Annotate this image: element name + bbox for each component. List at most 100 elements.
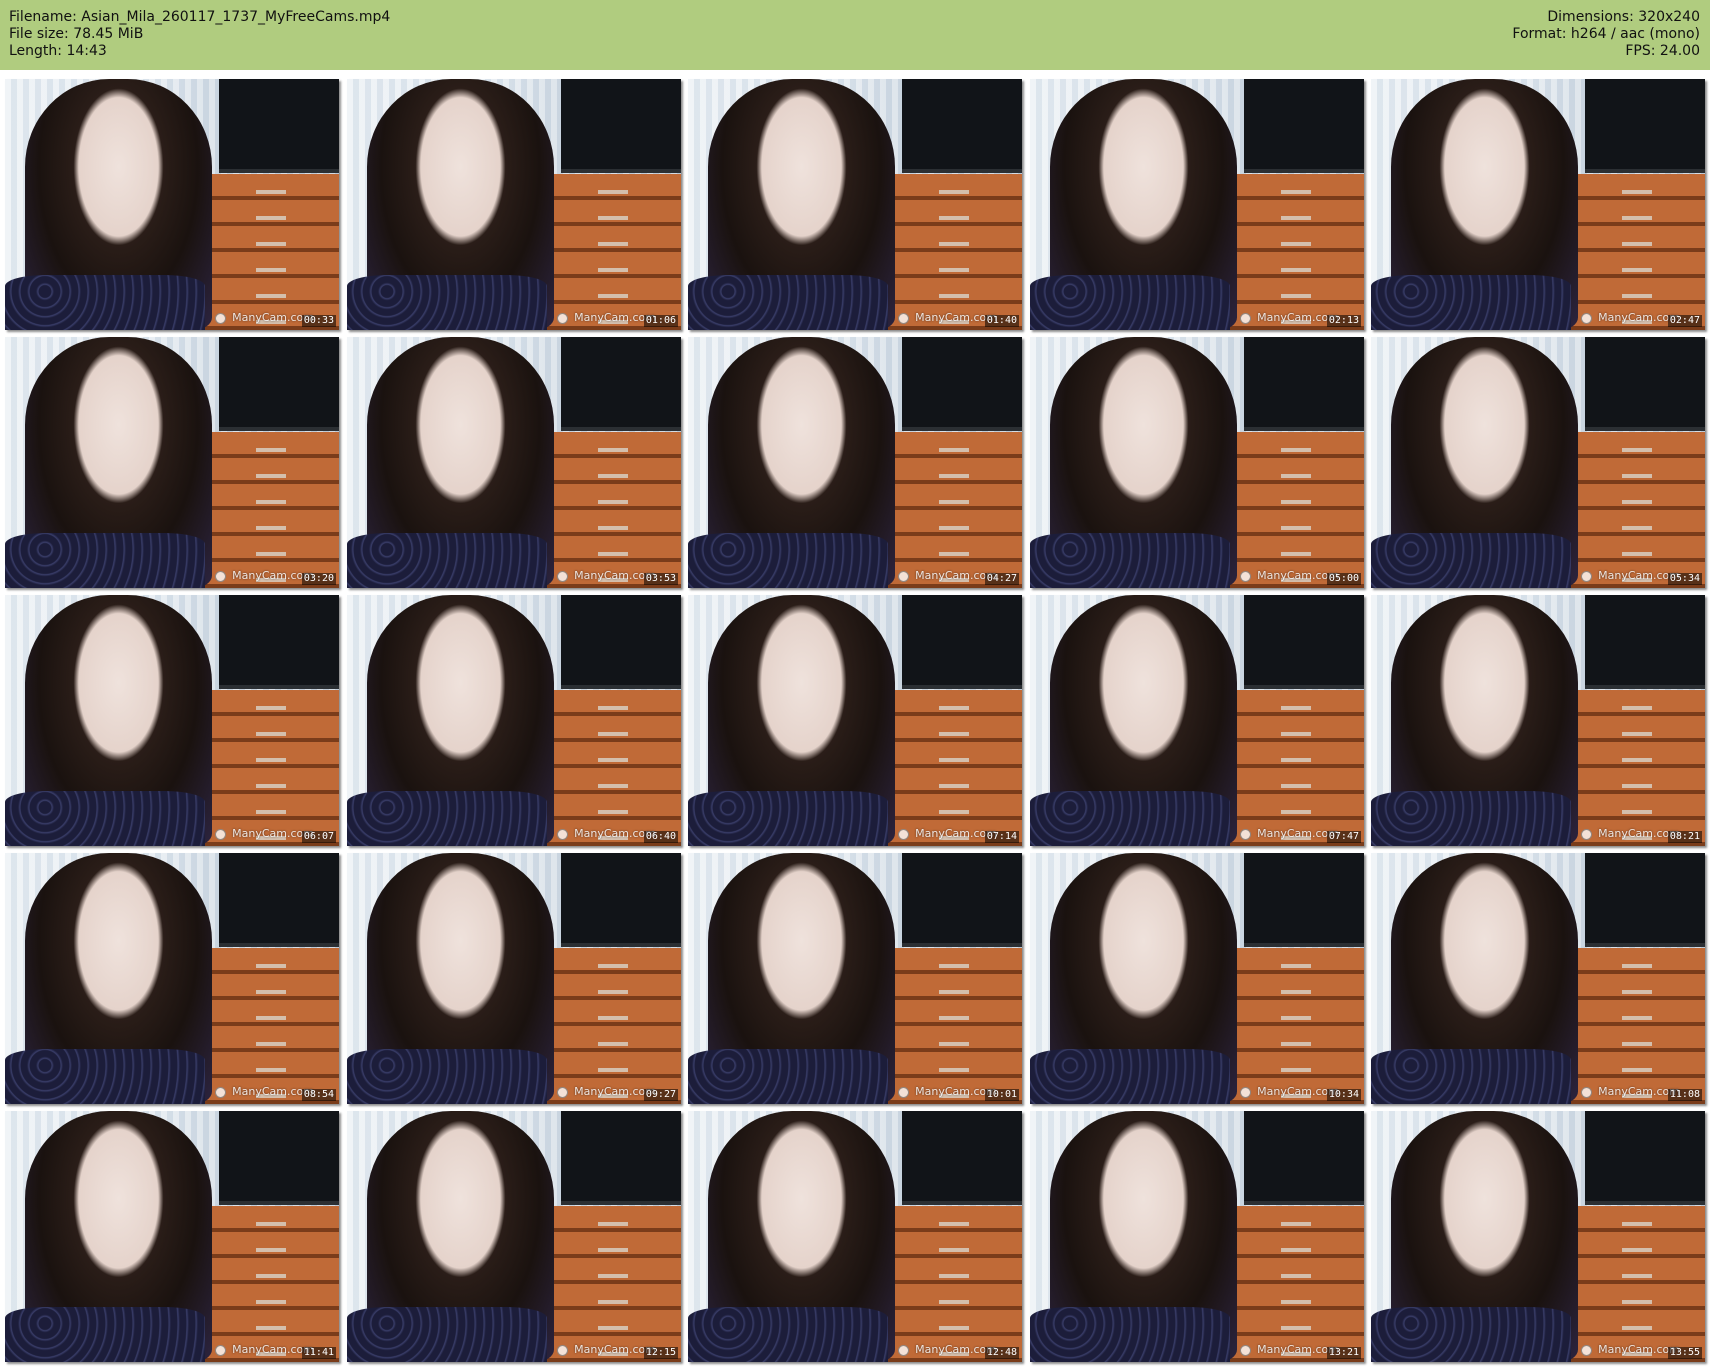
dress-pattern (5, 790, 206, 846)
dress-pattern (347, 790, 548, 846)
dresser (547, 690, 681, 846)
video-thumbnail[interactable]: ManyCam.com 05:34 (1371, 337, 1705, 588)
timestamp-label: 07:14 (984, 831, 1019, 843)
dresser (1230, 1206, 1364, 1362)
video-thumbnail[interactable]: ManyCam.com 05:00 (1030, 337, 1364, 588)
monitor-screen (218, 1111, 339, 1206)
monitor-screen (1584, 595, 1705, 690)
video-thumbnail[interactable]: ManyCam.com 03:53 (347, 337, 681, 588)
video-thumbnail[interactable]: ManyCam.com 11:41 (5, 1111, 339, 1362)
dresser (1230, 948, 1364, 1104)
video-thumbnail[interactable]: ManyCam.com 12:15 (347, 1111, 681, 1362)
monitor-screen (1584, 79, 1705, 174)
monitor-screen (560, 79, 681, 174)
video-thumbnail[interactable]: ManyCam.com 06:40 (347, 595, 681, 846)
dresser (1230, 174, 1364, 330)
video-thumbnail[interactable]: ManyCam.com 10:34 (1030, 853, 1364, 1104)
timestamp-label: 10:01 (984, 1089, 1019, 1101)
dress-pattern (688, 1306, 889, 1362)
length-label: Length: 14:43 (9, 43, 107, 59)
timestamp-label: 03:20 (301, 573, 336, 585)
dress-pattern (5, 274, 206, 330)
monitor-screen (1243, 1111, 1364, 1206)
dress-pattern (688, 274, 889, 330)
video-thumbnail[interactable]: ManyCam.com 12:48 (688, 1111, 1022, 1362)
dress-pattern (1371, 790, 1572, 846)
video-thumbnail[interactable]: ManyCam.com 01:40 (688, 79, 1022, 330)
dresser (888, 174, 1022, 330)
dresser (547, 432, 681, 588)
timestamp-label: 05:34 (1667, 573, 1702, 585)
timestamp-label: 11:41 (301, 1347, 336, 1359)
monitor-screen (218, 853, 339, 948)
video-thumbnail[interactable]: ManyCam.com 02:47 (1371, 79, 1705, 330)
dresser (888, 948, 1022, 1104)
monitor-screen (901, 79, 1022, 174)
video-thumbnail[interactable]: ManyCam.com 06:07 (5, 595, 339, 846)
dress-pattern (1030, 274, 1231, 330)
timestamp-label: 08:21 (1667, 831, 1702, 843)
dress-pattern (1030, 1306, 1231, 1362)
fps-label: FPS: 24.00 (1625, 43, 1700, 59)
dresser (205, 690, 339, 846)
timestamp-label: 11:08 (1667, 1089, 1702, 1101)
format-label: Format: h264 / aac (mono) (1512, 26, 1700, 42)
dresser (1230, 690, 1364, 846)
dresser (205, 432, 339, 588)
video-thumbnail[interactable]: ManyCam.com 00:33 (5, 79, 339, 330)
timestamp-label: 09:27 (643, 1089, 678, 1101)
dresser (1571, 174, 1705, 330)
timestamp-label: 03:53 (643, 573, 678, 585)
video-thumbnail[interactable]: ManyCam.com 08:54 (5, 853, 339, 1104)
video-thumbnail[interactable]: ManyCam.com 01:06 (347, 79, 681, 330)
timestamp-label: 01:40 (984, 315, 1019, 327)
timestamp-label: 10:34 (1326, 1089, 1361, 1101)
media-info: Dimensions: 320x240 Format: h264 / aac (… (1512, 9, 1700, 60)
timestamp-label: 05:00 (1326, 573, 1361, 585)
monitor-screen (218, 79, 339, 174)
video-thumbnail[interactable]: ManyCam.com 03:20 (5, 337, 339, 588)
video-thumbnail[interactable]: ManyCam.com 11:08 (1371, 853, 1705, 1104)
dress-pattern (347, 1048, 548, 1104)
monitor-screen (1243, 595, 1364, 690)
dresser (888, 1206, 1022, 1362)
file-size-label: File size: 78.45 MiB (9, 26, 144, 42)
dresser (1571, 690, 1705, 846)
dresser (1230, 432, 1364, 588)
timestamp-label: 00:33 (301, 315, 336, 327)
file-info: Filename: Asian_Mila_260117_1737_MyFreeC… (9, 9, 390, 60)
monitor-screen (560, 853, 681, 948)
timestamp-label: 02:47 (1667, 315, 1702, 327)
dress-pattern (688, 790, 889, 846)
monitor-screen (218, 595, 339, 690)
dress-pattern (1371, 532, 1572, 588)
dress-pattern (347, 1306, 548, 1362)
dresser (547, 948, 681, 1104)
info-header: Filename: Asian_Mila_260117_1737_MyFreeC… (0, 0, 1710, 70)
video-thumbnail[interactable]: ManyCam.com 04:27 (688, 337, 1022, 588)
timestamp-label: 12:48 (984, 1347, 1019, 1359)
dresser (888, 690, 1022, 846)
video-thumbnail[interactable]: ManyCam.com 13:21 (1030, 1111, 1364, 1362)
filename-label: Filename: Asian_Mila_260117_1737_MyFreeC… (9, 9, 391, 25)
video-thumbnail[interactable]: ManyCam.com 13:55 (1371, 1111, 1705, 1362)
video-thumbnail[interactable]: ManyCam.com 02:13 (1030, 79, 1364, 330)
monitor-screen (901, 337, 1022, 432)
dress-pattern (1371, 1306, 1572, 1362)
monitor-screen (1243, 853, 1364, 948)
monitor-screen (1243, 337, 1364, 432)
timestamp-label: 12:15 (643, 1347, 678, 1359)
monitor-screen (560, 1111, 681, 1206)
video-thumbnail[interactable]: ManyCam.com 07:14 (688, 595, 1022, 846)
dress-pattern (1030, 1048, 1231, 1104)
video-thumbnail[interactable]: ManyCam.com 08:21 (1371, 595, 1705, 846)
timestamp-label: 08:54 (301, 1089, 336, 1101)
dress-pattern (1030, 790, 1231, 846)
monitor-screen (901, 595, 1022, 690)
monitor-screen (560, 337, 681, 432)
video-thumbnail[interactable]: ManyCam.com 07:47 (1030, 595, 1364, 846)
video-thumbnail[interactable]: ManyCam.com 10:01 (688, 853, 1022, 1104)
video-thumbnail[interactable]: ManyCam.com 09:27 (347, 853, 681, 1104)
dresser (205, 174, 339, 330)
timestamp-label: 13:21 (1326, 1347, 1361, 1359)
